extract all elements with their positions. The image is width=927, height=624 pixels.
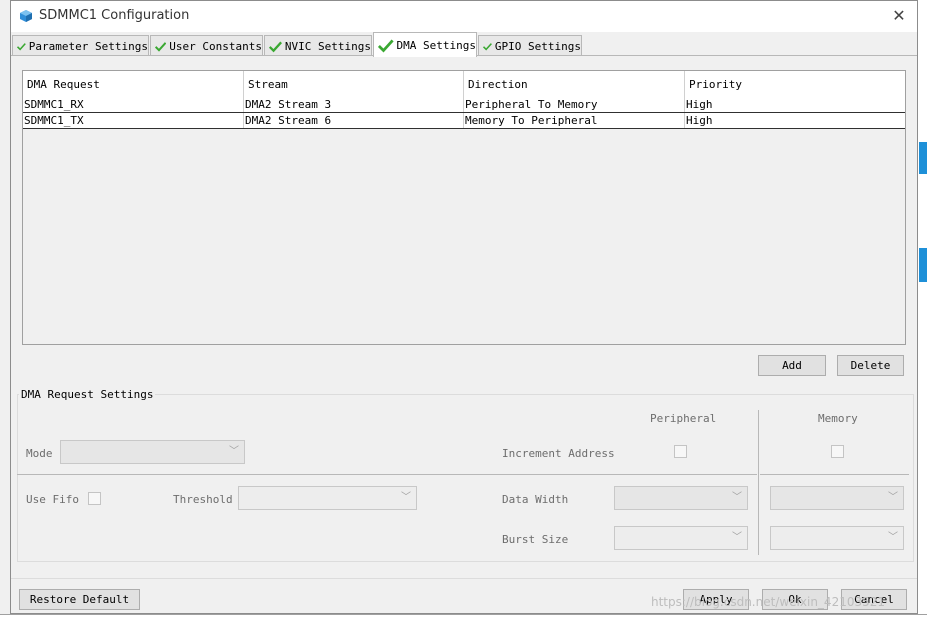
tab-label: Parameter Settings (28, 39, 148, 53)
memory-data-width-select[interactable]: ﹀ (770, 486, 904, 510)
cell-dma-request: SDMMC1_RX (23, 97, 244, 112)
tab-label: DMA Settings (396, 38, 476, 52)
chevron-down-icon: ﹀ (401, 492, 411, 503)
chevron-down-icon: ﹀ (732, 492, 742, 503)
green-check-icon (155, 41, 167, 52)
chevron-down-icon: ﹀ (888, 532, 898, 543)
tab-dma-settings[interactable]: DMA Settings (373, 32, 477, 57)
background-app-right (919, 0, 927, 623)
delete-button[interactable]: Delete (837, 355, 904, 376)
table-header: DMA Request Stream Direction Priority (23, 71, 905, 98)
footer-separator (11, 578, 917, 579)
column-header-priority[interactable]: Priority (685, 71, 905, 97)
mode-select[interactable]: ﹀ (60, 440, 245, 464)
use-fifo-label: Use Fifo (26, 493, 79, 506)
row-separator (760, 474, 909, 475)
tab-nvic-settings[interactable]: NVIC Settings (264, 35, 372, 56)
cube-app-icon (20, 10, 32, 22)
column-header-stream[interactable]: Stream (244, 71, 464, 97)
peripheral-increment-checkbox[interactable] (674, 445, 687, 458)
tab-label: NVIC Settings (284, 39, 371, 53)
green-check-icon (483, 42, 492, 51)
chevron-down-icon: ﹀ (229, 446, 239, 457)
configuration-dialog: SDMMC1 Configuration ✕ Parameter Setting… (10, 0, 918, 614)
cell-stream: DMA2 Stream 3 (244, 97, 464, 112)
table-row[interactable]: SDMMC1_RX DMA2 Stream 3 Peripheral To Me… (23, 97, 905, 113)
green-check-icon (378, 39, 394, 53)
tab-bar: Parameter Settings User Constants NVIC S… (11, 32, 917, 57)
tab-user-constants[interactable]: User Constants (150, 35, 263, 56)
tab-parameter-settings[interactable]: Parameter Settings (12, 35, 149, 56)
tab-gpio-settings[interactable]: GPIO Settings (478, 35, 582, 56)
chevron-down-icon: ﹀ (888, 492, 898, 503)
memory-header: Memory (818, 412, 858, 425)
background-blue-strip (919, 142, 927, 174)
use-fifo-checkbox[interactable] (88, 492, 101, 505)
title-bar: SDMMC1 Configuration ✕ (11, 1, 917, 32)
threshold-select[interactable]: ﹀ (238, 486, 417, 510)
dma-request-table: DMA Request Stream Direction Priority SD… (22, 70, 906, 345)
peripheral-header: Peripheral (650, 412, 717, 425)
data-width-label: Data Width (502, 493, 569, 506)
threshold-label: Threshold (173, 493, 233, 506)
add-button[interactable]: Add (758, 355, 826, 376)
green-check-icon (269, 41, 282, 52)
mode-label: Mode (26, 447, 53, 460)
window-title: SDMMC1 Configuration (39, 8, 190, 23)
restore-default-button[interactable]: Restore Default (19, 589, 140, 610)
background-blue-strip (919, 248, 927, 282)
column-header-direction[interactable]: Direction (464, 71, 685, 97)
tab-label: User Constants (169, 39, 262, 53)
green-check-icon (17, 42, 26, 50)
row-separator (17, 474, 757, 475)
close-button[interactable]: ✕ (887, 5, 911, 27)
column-header-dma-request[interactable]: DMA Request (23, 71, 244, 97)
peripheral-burst-size-select[interactable]: ﹀ (614, 526, 748, 550)
burst-size-label: Burst Size (502, 533, 569, 546)
cell-priority: High (686, 98, 713, 111)
cell-priority: High (686, 114, 713, 127)
peripheral-data-width-select[interactable]: ﹀ (614, 486, 748, 510)
cell-dma-request: SDMMC1_TX (23, 113, 244, 128)
tab-label: GPIO Settings (494, 39, 581, 53)
cell-direction: Memory To Peripheral (464, 113, 685, 128)
dma-settings-panel: DMA Request Stream Direction Priority SD… (11, 56, 917, 576)
table-row[interactable]: SDMMC1_TX DMA2 Stream 6 Memory To Periph… (23, 113, 905, 129)
group-title: DMA Request Settings (19, 388, 156, 401)
increment-address-label: Increment Address (502, 447, 615, 460)
cell-stream: DMA2 Stream 6 (244, 113, 464, 128)
chevron-down-icon: ﹀ (732, 532, 742, 543)
memory-increment-checkbox[interactable] (831, 445, 844, 458)
memory-burst-size-select[interactable]: ﹀ (770, 526, 904, 550)
column-separator (758, 410, 759, 555)
watermark: https://blog.csdn.net/weixin_42103521 (651, 595, 886, 609)
cell-direction: Peripheral To Memory (464, 97, 685, 112)
